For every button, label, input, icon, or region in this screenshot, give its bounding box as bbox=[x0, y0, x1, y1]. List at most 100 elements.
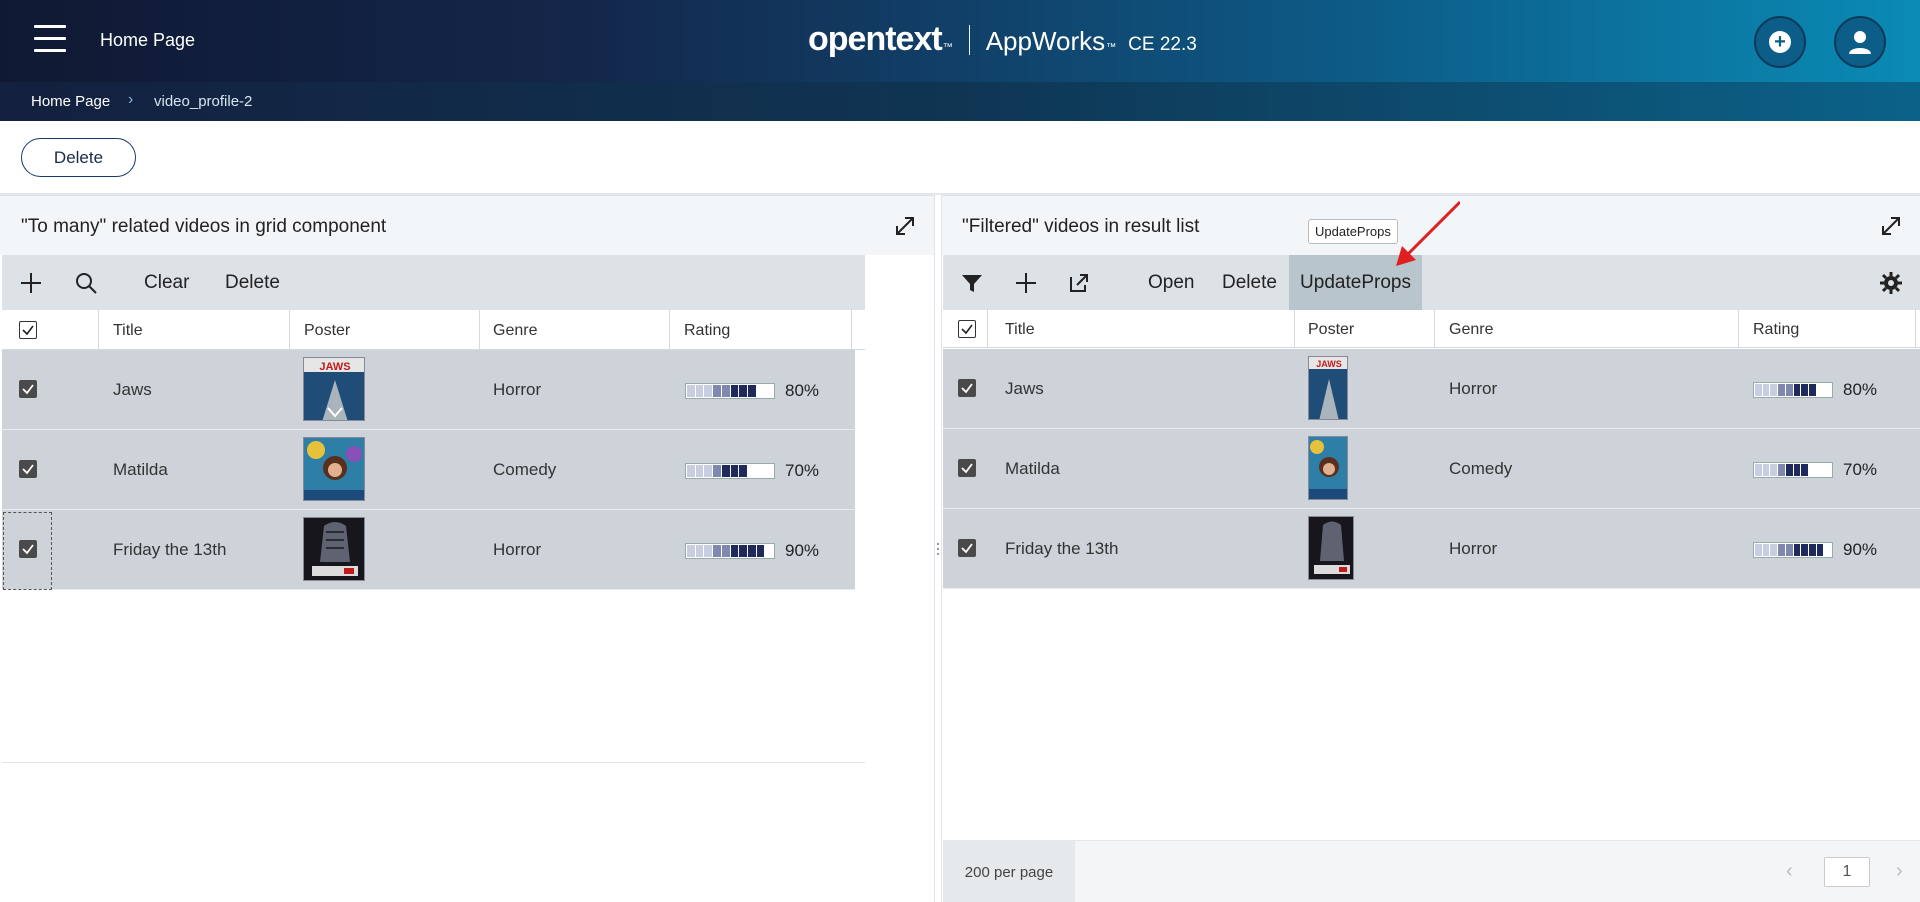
rating-segment bbox=[1801, 544, 1808, 556]
rating-segment bbox=[1770, 544, 1778, 556]
app-header: Home Page opentext ™ AppWorks ™ CE 22.3 … bbox=[0, 0, 1920, 82]
poster-image bbox=[1308, 436, 1348, 500]
rating-bar bbox=[685, 383, 775, 399]
opentext-logo: opentext bbox=[808, 20, 943, 58]
row-checkbox[interactable] bbox=[958, 379, 976, 397]
rating-segment bbox=[1770, 464, 1778, 476]
column-divider bbox=[289, 310, 290, 350]
column-divider bbox=[987, 310, 988, 348]
row-checkbox[interactable] bbox=[19, 380, 37, 398]
rating-value: 90% bbox=[785, 541, 820, 560]
toolbar-delete-button[interactable]: Delete bbox=[1222, 255, 1277, 310]
page-number-input[interactable]: 1 bbox=[1824, 857, 1870, 887]
column-header-poster[interactable]: Poster bbox=[1308, 321, 1354, 339]
row-checkbox[interactable] bbox=[19, 460, 37, 478]
rating-segment bbox=[1808, 464, 1816, 476]
column-header-title[interactable]: Title bbox=[113, 322, 143, 340]
rating-indicator: 80% bbox=[1753, 380, 1877, 400]
rating-segment bbox=[713, 465, 721, 477]
rating-segment bbox=[1785, 384, 1793, 396]
cell-genre: Comedy bbox=[1449, 459, 1513, 478]
user-profile-button[interactable] bbox=[1834, 16, 1886, 68]
gear-icon[interactable] bbox=[1879, 271, 1903, 295]
table-row[interactable]: Jaws JAWS Horror 80% bbox=[2, 350, 855, 430]
column-divider bbox=[98, 310, 99, 350]
rating-segment bbox=[687, 385, 695, 397]
filter-icon[interactable] bbox=[960, 271, 984, 295]
rating-segment bbox=[1816, 464, 1824, 476]
cell-genre: Horror bbox=[1449, 379, 1498, 398]
table-row[interactable]: Friday the 13th Horror 90% bbox=[2, 510, 855, 590]
column-header-genre[interactable]: Genre bbox=[493, 322, 537, 340]
table-row[interactable]: Matilda Comedy 70% bbox=[943, 429, 1920, 509]
column-header-poster[interactable]: Poster bbox=[304, 322, 350, 340]
rating-segment bbox=[730, 545, 739, 557]
poster-image bbox=[303, 517, 365, 581]
rating-segment bbox=[721, 385, 730, 397]
page-title: Home Page bbox=[100, 30, 196, 50]
column-divider bbox=[669, 310, 670, 350]
rating-segment bbox=[747, 385, 756, 397]
create-new-button[interactable]: + bbox=[1754, 16, 1806, 68]
brand-trademark: ™ bbox=[942, 42, 953, 53]
add-icon[interactable] bbox=[19, 271, 43, 295]
column-header-rating[interactable]: Rating bbox=[1753, 321, 1799, 339]
table-row[interactable]: Jaws JAWS Horror 80% bbox=[943, 349, 1920, 429]
delete-button[interactable]: Delete bbox=[21, 138, 136, 177]
app-name: AppWorks bbox=[985, 26, 1106, 56]
left-panel-title: "To many" related videos in grid compone… bbox=[21, 216, 387, 237]
user-icon bbox=[1849, 31, 1871, 54]
open-button[interactable]: Open bbox=[1148, 255, 1194, 310]
column-header-genre[interactable]: Genre bbox=[1449, 321, 1493, 339]
rating-segment bbox=[1778, 544, 1785, 556]
brand: opentext ™ AppWorks ™ CE 22.3 bbox=[808, 20, 1197, 59]
next-page-icon[interactable]: › bbox=[1896, 860, 1903, 883]
rating-segment bbox=[687, 545, 695, 557]
rating-segment bbox=[1793, 464, 1801, 476]
plus-circle-icon: + bbox=[1769, 31, 1791, 53]
brand-divider bbox=[968, 24, 970, 55]
column-header-rating[interactable]: Rating bbox=[684, 322, 730, 340]
table-row[interactable]: Friday the 13th Horror 90% bbox=[943, 509, 1920, 589]
breadcrumb-home-link[interactable]: Home Page bbox=[31, 93, 110, 110]
rating-segment bbox=[1801, 384, 1808, 396]
per-page-selector[interactable]: 200 per page bbox=[943, 841, 1075, 902]
row-checkbox[interactable] bbox=[958, 459, 976, 477]
right-grid-header: Title Poster Genre Rating bbox=[943, 310, 1920, 348]
rating-segment bbox=[1808, 384, 1816, 396]
rating-segment bbox=[756, 465, 765, 477]
rating-segment bbox=[739, 385, 747, 397]
rating-segment bbox=[713, 545, 721, 557]
select-all-checkbox[interactable] bbox=[958, 320, 976, 338]
app-trademark: ™ bbox=[1106, 42, 1117, 53]
column-divider bbox=[1294, 310, 1295, 348]
rating-segment bbox=[1824, 464, 1832, 476]
rating-segment bbox=[1808, 544, 1816, 556]
rating-segment bbox=[739, 545, 747, 557]
toolbar-delete-button[interactable]: Delete bbox=[225, 255, 280, 310]
table-row[interactable]: Matilda Comedy 70% bbox=[2, 430, 855, 510]
column-header-title[interactable]: Title bbox=[1005, 321, 1035, 339]
rating-value: 80% bbox=[1843, 380, 1878, 399]
cell-title: Jaws bbox=[113, 380, 152, 399]
row-checkbox[interactable] bbox=[958, 539, 976, 557]
focus-outline bbox=[3, 512, 52, 590]
search-icon[interactable] bbox=[74, 271, 98, 295]
previous-page-icon[interactable]: ‹ bbox=[1786, 860, 1793, 883]
open-external-icon[interactable] bbox=[1067, 271, 1091, 295]
rating-bar bbox=[685, 463, 775, 479]
rating-indicator: 90% bbox=[1753, 540, 1877, 560]
expand-icon[interactable] bbox=[1880, 215, 1902, 237]
hamburger-menu-icon[interactable] bbox=[34, 25, 66, 55]
select-all-checkbox[interactable] bbox=[19, 321, 37, 339]
rating-bar bbox=[1753, 462, 1833, 478]
clear-button[interactable]: Clear bbox=[144, 255, 189, 310]
updateprops-tooltip: UpdateProps bbox=[1308, 219, 1398, 244]
rating-indicator: 70% bbox=[685, 461, 819, 481]
poster-image bbox=[303, 437, 365, 501]
panel-splitter-handle[interactable] bbox=[936, 540, 940, 560]
expand-icon[interactable] bbox=[894, 215, 916, 237]
column-divider bbox=[851, 310, 852, 350]
svg-text:JAWS: JAWS bbox=[319, 361, 350, 373]
add-icon[interactable] bbox=[1014, 271, 1038, 295]
